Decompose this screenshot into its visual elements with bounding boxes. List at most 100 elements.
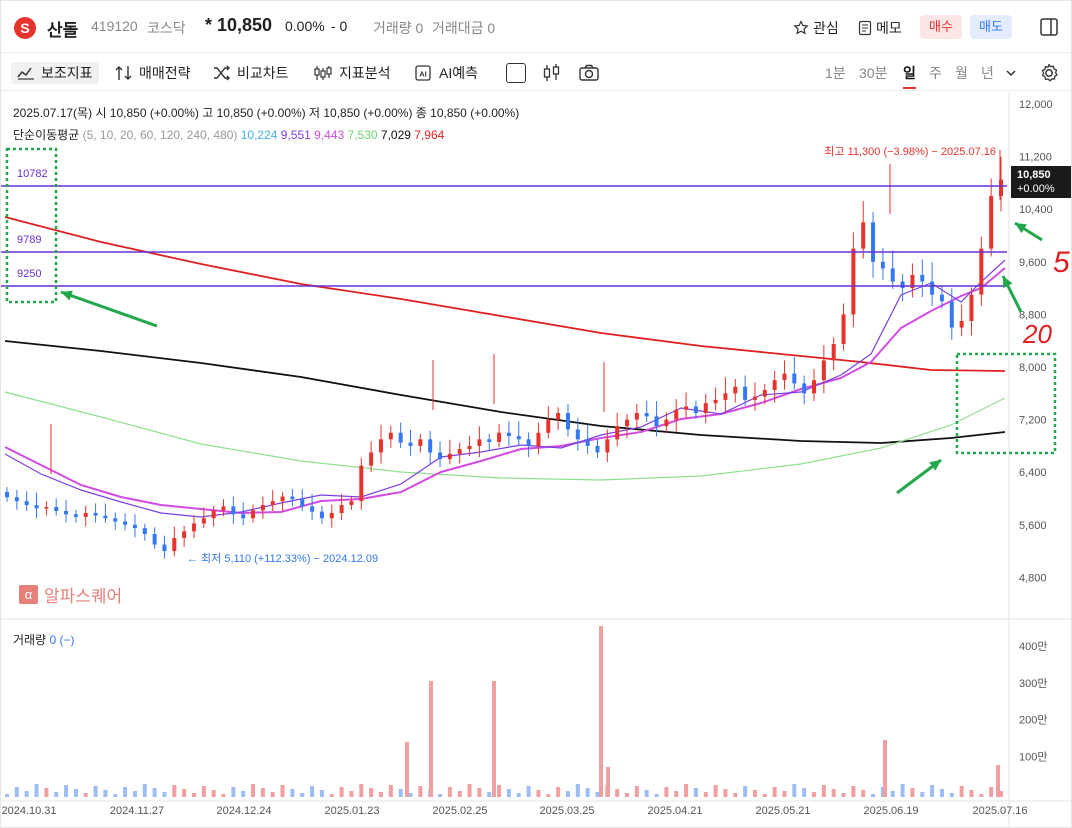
volume-bar [408,793,413,797]
volume-bar [447,787,452,797]
candle-body [339,505,344,513]
gear-icon[interactable] [1038,62,1060,84]
period-year[interactable]: 년 [981,62,994,84]
sell-button[interactable]: 매도 [970,15,1012,39]
volume-bar [241,791,246,797]
checkbox-icon[interactable] [506,63,526,83]
volume-bar [497,785,502,797]
candle-body [654,416,659,427]
volume-bar [103,790,108,797]
candle-body [201,518,206,524]
camera-icon[interactable] [578,63,600,83]
candle-body [290,496,295,500]
volume-bar [949,793,954,797]
indicator-button[interactable]: 보조지표 [11,62,99,84]
candle-body [24,501,29,506]
buy-button[interactable]: 매수 [920,15,962,39]
chart-area[interactable]: 2025.07.17(목) 시 10,850 (+0.00%) 고 10,850… [1,92,1072,828]
candle-body [506,432,511,437]
volume-bar [191,793,196,797]
volume-bar [851,786,856,797]
period-day[interactable]: 일 [903,62,916,89]
chart-toolbar: 보조지표 매매전략 비교차트 지표분석 AI AI예측 1분 30분 일 주 월… [1,53,1072,91]
volume-bar [890,791,895,797]
candle-body [329,512,334,519]
candle-body [890,268,895,282]
volume-spike-bar [599,626,603,797]
analysis-button[interactable]: 지표분석 [313,62,391,84]
handwritten-mark: 20 [1022,319,1052,349]
volume-bar [585,788,590,797]
volume-bar [388,785,393,797]
candle-body [664,419,669,427]
volume-bar [812,792,817,797]
level-label: 9250 [17,268,41,280]
candle-body [418,439,423,446]
volume-bar [743,786,748,797]
volume-bar [526,786,531,797]
candle-body [674,409,679,420]
period-30min[interactable]: 30분 [859,62,887,84]
volume-bar [44,788,49,797]
volume-bar [693,788,698,797]
volume-bar [221,794,226,797]
candle-body [73,514,78,517]
date-axis-label: 2025.07.16 [972,805,1027,817]
candle-body [565,413,570,430]
level-label: 9789 [17,234,41,246]
candle-body [595,445,600,453]
indicator-icon [17,67,34,80]
candle-body [930,281,935,295]
volume-spike-bar [405,742,409,797]
strategy-label: 매매전략 [139,65,191,81]
volume-bar [211,790,216,797]
price-chart-svg: 12,00011,20010,4009,6008,8008,0007,2006,… [1,92,1072,827]
volume-bar [930,785,935,797]
period-week[interactable]: 주 [929,62,942,84]
candle-body [556,413,561,420]
date-axis-label: 2024.12.24 [216,805,271,817]
panel-toggle-icon[interactable] [1039,17,1059,37]
candle-body [979,248,984,295]
volume-bar [487,792,492,797]
stock-change: 0.00% [285,18,325,34]
watch-button[interactable]: 관심 [793,18,839,38]
period-month[interactable]: 월 [955,62,968,84]
handwritten-mark: 5 [1053,246,1070,279]
candle-body [467,445,472,450]
volume-bar [762,794,767,797]
volume-bar [438,794,443,797]
candlestick-icon[interactable] [542,63,562,83]
volume-bar [113,794,118,797]
candle-body [428,439,433,453]
candle-body [191,523,196,532]
indicator-label: 보조지표 [41,65,93,81]
memo-button[interactable]: 메모 [858,18,902,38]
stock-header: S 산돌 419120 코스닥 * 10,850 0.00% - 0 거래량 0… [1,1,1072,53]
candle-body [172,537,177,552]
chevron-down-icon[interactable] [1005,67,1017,79]
volume-bar [251,784,256,797]
volume-bar [723,789,728,797]
volume-bar [959,786,964,797]
strategy-button[interactable]: 매매전략 [115,62,191,84]
candle-body [920,274,925,282]
memo-icon [858,20,872,36]
max-annotation: 최고 11,300 (−3.98%) − 2025.07.16 [824,145,996,158]
candle-body [14,497,19,502]
ai-button[interactable]: AI AI예측 [413,62,478,84]
volume-bar [34,784,39,797]
candle-body [113,518,118,522]
volume-bar [969,790,974,797]
candle-body [93,512,98,516]
candle-body [280,496,285,502]
volume-bar [752,790,757,797]
candle-body [684,406,689,410]
candle-body [585,439,590,446]
period-1min[interactable]: 1분 [825,62,846,84]
volume-spike-bar [996,765,1000,797]
volume-bar [83,793,88,797]
candle-body [388,432,393,440]
compare-button[interactable]: 비교차트 [213,62,289,84]
candle-body [5,491,9,498]
